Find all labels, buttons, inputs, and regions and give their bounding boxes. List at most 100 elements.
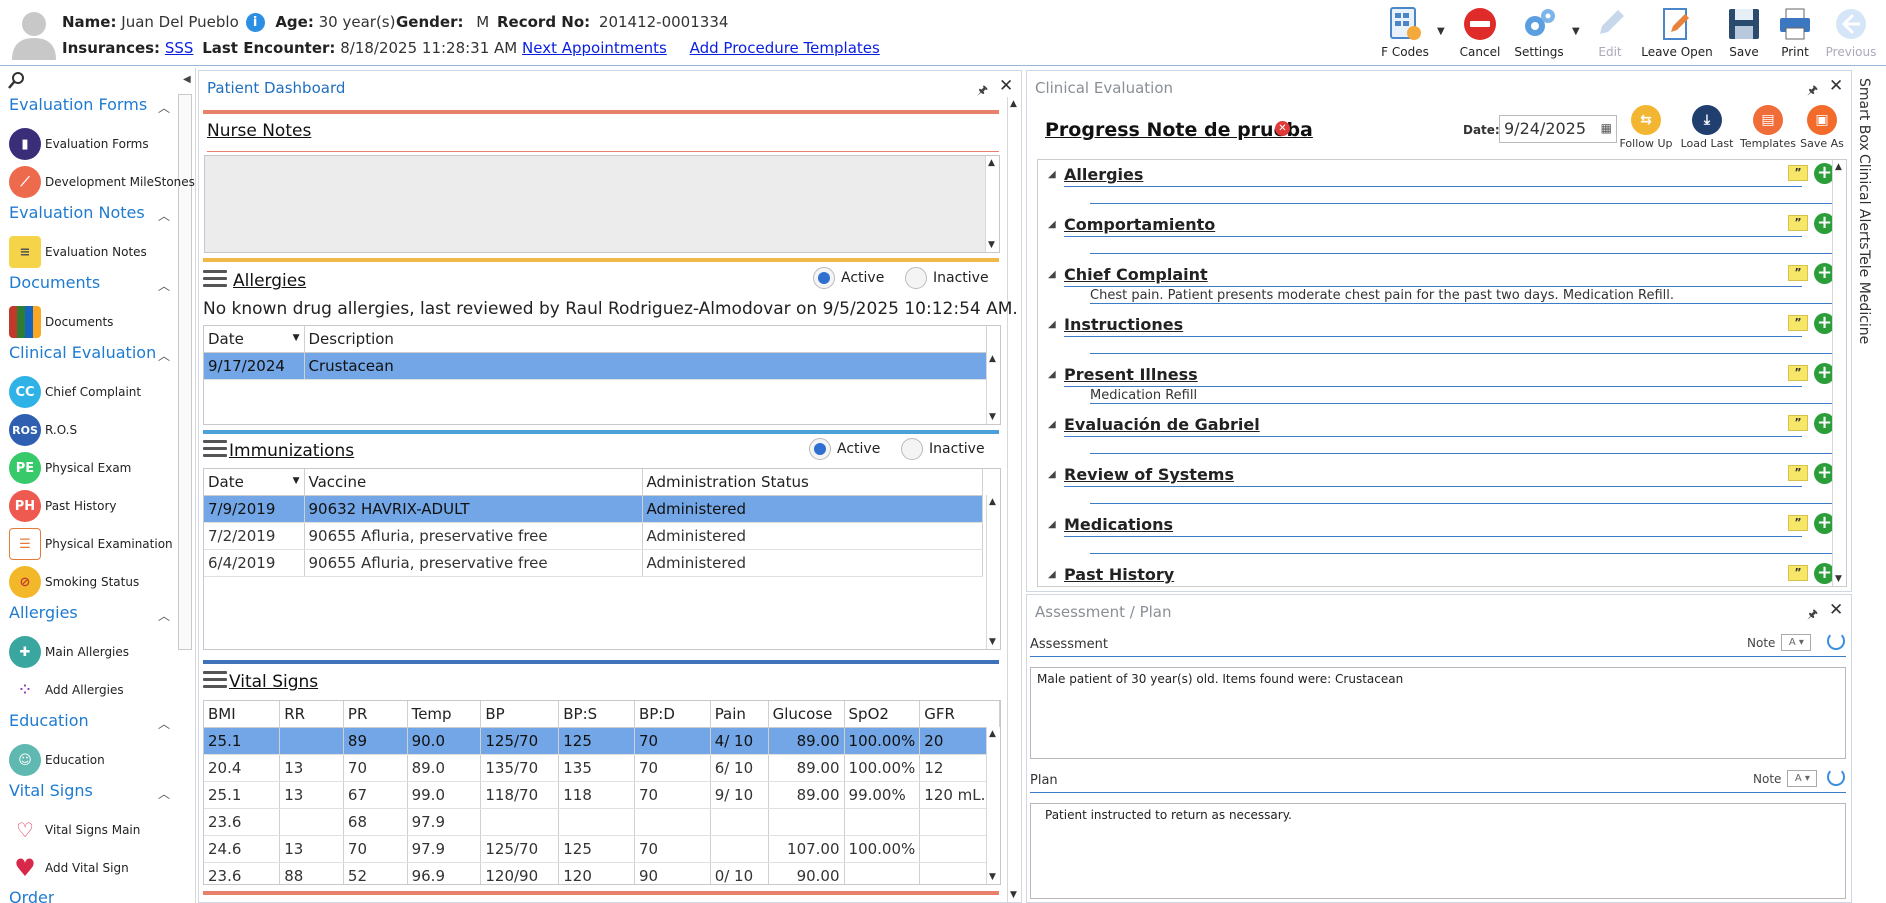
table-row[interactable]: 24.6 13 70 97.9 125/70 125 70 107.00 100.00% bbox=[204, 835, 1000, 863]
column-header[interactable]: PR bbox=[343, 701, 408, 728]
note-format-icon[interactable]: A ▾ bbox=[1781, 634, 1812, 651]
sidebar-item-ros[interactable]: ROS R.O.S bbox=[9, 414, 77, 446]
quote-icon[interactable]: ” bbox=[1788, 515, 1808, 531]
sidebar-item-main-allergies[interactable]: ✚ Main Allergies bbox=[9, 636, 129, 668]
section-allergies[interactable]: Allergies bbox=[9, 603, 78, 622]
column-header[interactable]: BMI bbox=[204, 701, 281, 728]
assessment-note-control[interactable]: Note A ▾ bbox=[1747, 634, 1812, 651]
edit-button[interactable]: Edit bbox=[1590, 6, 1630, 62]
info-icon[interactable]: i bbox=[245, 13, 265, 32]
clinical-section-row[interactable]: ◢ Evaluación de Gabriel” + bbox=[1048, 410, 1840, 460]
pin-icon[interactable]: 🖈 bbox=[977, 81, 988, 102]
tab-clinical-alerts[interactable]: Clinical Alerts bbox=[1856, 154, 1872, 250]
column-header[interactable]: BP:D bbox=[634, 701, 711, 728]
table-row[interactable]: 9/17/2024 Crustacean bbox=[204, 352, 987, 380]
expand-triangle-icon[interactable]: ◢ bbox=[1048, 419, 1056, 430]
column-header[interactable]: Glucose bbox=[768, 701, 845, 728]
column-header[interactable]: Date ▼ bbox=[204, 469, 305, 496]
column-header[interactable]: Description bbox=[304, 326, 987, 353]
section-label[interactable]: Instructiones bbox=[1064, 315, 1183, 334]
table-row[interactable]: 25.1 13 67 99.0 118/70 118 70 9/ 10 89.00 99.00% 1… bbox=[204, 781, 1000, 809]
clinical-section-row[interactable]: ◢ Past History” + bbox=[1048, 560, 1840, 586]
expand-triangle-icon[interactable]: ◢ bbox=[1048, 169, 1056, 180]
dashboard-scrollbar[interactable]: ▲ ▼ bbox=[1007, 97, 1021, 902]
insurance-link[interactable]: SSS bbox=[165, 39, 194, 57]
quote-icon[interactable]: ” bbox=[1788, 265, 1808, 281]
chevron-up-icon[interactable]: ︿ bbox=[158, 347, 170, 364]
plan-note-control[interactable]: Note A ▾ bbox=[1753, 770, 1818, 787]
section-documents[interactable]: Documents bbox=[9, 273, 100, 292]
table-row[interactable]: 23.6 68 97.9 bbox=[204, 808, 1000, 836]
sidebar-item-smoking-status[interactable]: ⊘ Smoking Status bbox=[9, 566, 139, 598]
cancel-button[interactable]: Cancel bbox=[1456, 6, 1504, 62]
follow-up-button[interactable]: ⇆ Follow Up bbox=[1619, 105, 1673, 150]
section-label[interactable]: Medications bbox=[1064, 515, 1173, 534]
table-row[interactable]: 23.6 88 52 96.9 120/90 120 90 0/ 10 90.00 bbox=[204, 862, 1000, 884]
section-clinical-evaluation[interactable]: Clinical Evaluation bbox=[9, 343, 156, 362]
table-row[interactable]: 25.1 89 90.0 125/70 125 70 4/ 10 89.00 100.00% 20 bbox=[204, 727, 1000, 755]
immunizations-inactive-radio[interactable]: Inactive bbox=[901, 438, 985, 460]
expand-triangle-icon[interactable]: ◢ bbox=[1048, 369, 1056, 380]
column-header[interactable]: Vaccine bbox=[304, 469, 643, 496]
nurse-notes-textarea[interactable]: ▲ ▼ bbox=[204, 155, 1000, 253]
clinical-section-row[interactable]: ◢ Medications” + bbox=[1048, 510, 1840, 560]
column-header[interactable]: Administration Status bbox=[642, 469, 983, 496]
section-label[interactable]: Evaluación de Gabriel bbox=[1064, 415, 1260, 434]
plan-textarea[interactable]: Patient instructed to return as necessar… bbox=[1030, 803, 1846, 899]
pin-icon[interactable]: 🖈 bbox=[1807, 605, 1818, 626]
next-appointments-link[interactable]: Next Appointments bbox=[522, 39, 667, 57]
collapse-sidebar-icon[interactable]: ◀ bbox=[183, 74, 191, 85]
section-label[interactable]: Chief Complaint bbox=[1064, 265, 1208, 284]
expand-triangle-icon[interactable]: ◢ bbox=[1048, 469, 1056, 480]
column-header[interactable]: RR bbox=[279, 701, 344, 728]
sidebar-item-vital-signs-main[interactable]: ♡ Vital Signs Main bbox=[9, 814, 140, 846]
immunizations-active-radio[interactable]: Active bbox=[809, 438, 880, 460]
remove-note-icon[interactable]: ✕ bbox=[1275, 121, 1290, 136]
expand-triangle-icon[interactable]: ◢ bbox=[1048, 319, 1056, 330]
sidebar-item-physical-exam[interactable]: PE Physical Exam bbox=[9, 452, 131, 484]
table-row[interactable]: 7/2/2019 90655 Afluria, preservative free… bbox=[204, 522, 983, 550]
quote-icon[interactable]: ” bbox=[1788, 465, 1808, 481]
refresh-icon[interactable] bbox=[1827, 768, 1845, 786]
close-icon[interactable]: ✕ bbox=[999, 76, 1013, 96]
calendar-icon[interactable]: ▦ bbox=[1601, 121, 1612, 135]
load-last-button[interactable]: ⤓ Load Last bbox=[1677, 105, 1737, 150]
close-icon[interactable]: ✕ bbox=[1829, 600, 1843, 620]
clinical-section-row[interactable]: ◢ Allergies” + bbox=[1048, 160, 1840, 210]
expand-triangle-icon[interactable]: ◢ bbox=[1048, 269, 1056, 280]
section-order[interactable]: Order bbox=[9, 888, 54, 903]
chevron-up-icon[interactable]: ︿ bbox=[158, 99, 170, 116]
note-format-icon[interactable]: A ▾ bbox=[1787, 770, 1818, 787]
clinical-section-row[interactable]: ◢ Review of Systems” + bbox=[1048, 460, 1840, 510]
column-header[interactable]: GFR bbox=[919, 701, 1000, 728]
sidebar-item-evaluation-notes[interactable]: ≡ Evaluation Notes bbox=[9, 236, 147, 268]
sidebar-item-documents[interactable]: Documents bbox=[9, 306, 113, 338]
column-header[interactable]: BP:S bbox=[558, 701, 635, 728]
save-as-button[interactable]: ▣ Save As bbox=[1797, 105, 1847, 150]
immunizations-scrollbar[interactable]: ▲ ▼ bbox=[986, 495, 1000, 649]
clinical-section-row[interactable]: ◢ Comportamiento” + bbox=[1048, 210, 1840, 260]
print-button[interactable]: Print bbox=[1775, 6, 1815, 62]
sidebar-item-add-allergies[interactable]: ⁘ Add Allergies bbox=[9, 674, 124, 706]
clinical-section-row[interactable]: ◢ Chief Complaint Chest pain. Patient pres… bbox=[1048, 260, 1840, 310]
allergies-scrollbar[interactable]: ▲ ▼ bbox=[986, 352, 1000, 424]
table-row[interactable]: 6/4/2019 90655 Afluria, preservative free… bbox=[204, 549, 983, 577]
sidebar-item-past-history[interactable]: PH Past History bbox=[9, 490, 117, 522]
allergies-inactive-radio[interactable]: Inactive bbox=[905, 267, 989, 289]
allergies-active-radio[interactable]: Active bbox=[813, 267, 884, 289]
section-evaluation-notes[interactable]: Evaluation Notes bbox=[9, 203, 145, 222]
add-procedure-templates-link[interactable]: Add Procedure Templates bbox=[690, 39, 880, 57]
chevron-up-icon[interactable]: ︿ bbox=[158, 715, 170, 732]
templates-button[interactable]: ▤ Templates bbox=[1739, 105, 1797, 150]
sidebar-item-physical-examination[interactable]: ☰ Physical Examination bbox=[9, 528, 173, 560]
pin-icon[interactable]: 🖈 bbox=[1807, 81, 1818, 102]
quote-icon[interactable]: ” bbox=[1788, 315, 1808, 331]
section-label[interactable]: Present Illness bbox=[1064, 365, 1198, 384]
chevron-up-icon[interactable]: ︿ bbox=[158, 277, 170, 294]
section-label[interactable]: Past History bbox=[1064, 565, 1174, 584]
chevron-up-icon[interactable]: ︿ bbox=[158, 607, 170, 624]
fcodes-dropdown-icon[interactable]: ▼ bbox=[1437, 26, 1445, 37]
previous-button[interactable]: Previous bbox=[1824, 6, 1878, 62]
sidebar-item-development-milestones[interactable]: ⟋ Development MileStones bbox=[9, 166, 195, 198]
table-row[interactable]: 20.4 13 70 89.0 135/70 135 70 6/ 10 89.00 100.00%… bbox=[204, 754, 1000, 782]
